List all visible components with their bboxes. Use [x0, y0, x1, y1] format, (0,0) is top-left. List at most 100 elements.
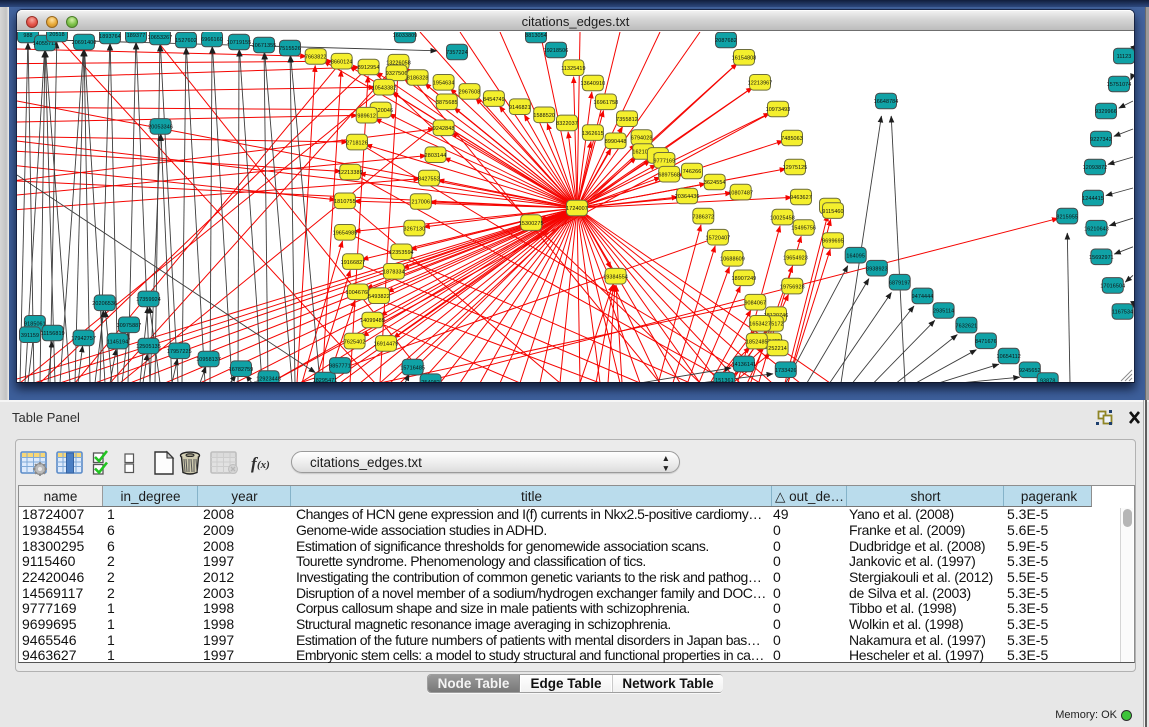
- svg-text:6794028: 6794028: [631, 136, 653, 142]
- svg-text:19654923: 19654923: [783, 256, 808, 262]
- svg-text:16648784: 16648784: [874, 99, 899, 105]
- svg-text:9329966: 9329966: [1095, 109, 1117, 115]
- svg-text:19756928: 19756928: [780, 284, 805, 290]
- svg-text:8427552: 8427552: [418, 176, 440, 182]
- svg-text:988: 988: [23, 33, 32, 39]
- svg-text:15300275: 15300275: [519, 221, 544, 227]
- svg-text:7485063: 7485063: [781, 136, 803, 142]
- svg-text:20691406: 20691406: [72, 40, 97, 46]
- svg-text:8990448: 8990448: [605, 139, 627, 145]
- svg-text:2718126: 2718126: [346, 140, 368, 146]
- svg-text:8813054: 8813054: [525, 33, 547, 39]
- svg-text:16154808: 16154808: [732, 56, 757, 62]
- svg-text:10807487: 10807487: [728, 190, 753, 196]
- svg-text:1244415: 1244415: [1082, 196, 1104, 202]
- svg-text:19654985: 19654985: [333, 231, 358, 237]
- svg-text:7386372: 7386372: [692, 214, 714, 220]
- svg-text:7357224: 7357224: [446, 50, 468, 56]
- svg-text:8322037: 8322037: [556, 121, 578, 127]
- svg-text:12975125: 12975125: [783, 165, 808, 171]
- svg-text:10654112: 10654112: [997, 354, 1021, 360]
- svg-text:1852485: 1852485: [746, 339, 768, 345]
- svg-text:10025458: 10025458: [770, 215, 795, 221]
- svg-text:15720407: 15720407: [706, 235, 731, 241]
- svg-text:16961758: 16961758: [594, 100, 619, 106]
- svg-text:10653267: 10653267: [148, 35, 173, 41]
- svg-text:189377: 189377: [127, 33, 146, 39]
- svg-text:9463627: 9463627: [790, 195, 812, 201]
- svg-text:9242848: 9242848: [433, 126, 455, 132]
- svg-text:11156819: 11156819: [41, 331, 65, 337]
- svg-text:(x): (x): [257, 459, 270, 471]
- svg-text:15751074: 15751074: [1107, 82, 1132, 88]
- svg-text:9146821: 9146821: [509, 105, 531, 111]
- svg-text:1733426: 1733426: [775, 368, 797, 374]
- svg-text:19166827: 19166827: [341, 260, 366, 266]
- svg-text:12353594: 12353594: [389, 250, 414, 256]
- svg-text:17359924: 17359924: [136, 297, 161, 303]
- svg-text:3875685: 3875685: [436, 100, 458, 106]
- svg-text:10958137: 10958137: [196, 357, 221, 363]
- svg-text:2935114: 2935114: [933, 309, 954, 315]
- svg-text:1145194: 1145194: [107, 339, 128, 345]
- svg-text:2967608: 2967608: [459, 90, 481, 96]
- svg-text:6879197: 6879197: [889, 280, 911, 286]
- svg-text:12213967: 12213967: [748, 81, 773, 87]
- svg-text:15495756: 15495756: [791, 226, 816, 232]
- svg-text:7515526: 7515526: [279, 46, 301, 52]
- svg-text:16782759: 16782759: [229, 367, 254, 373]
- svg-text:10671355: 10671355: [252, 43, 277, 49]
- svg-text:6897568: 6897568: [658, 172, 680, 178]
- svg-text:8471676: 8471676: [975, 339, 997, 345]
- svg-text:10719155: 10719155: [227, 40, 252, 46]
- svg-text:8454749: 8454749: [483, 97, 505, 103]
- svg-text:1954634: 1954634: [433, 81, 455, 87]
- svg-text:217006: 217006: [412, 200, 431, 206]
- svg-text:20518: 20518: [49, 32, 65, 38]
- svg-text:17957225: 17957225: [167, 349, 192, 355]
- svg-text:15716485: 15716485: [400, 365, 425, 371]
- svg-text:20053346: 20053346: [148, 125, 173, 131]
- svg-text:12093872: 12093872: [1083, 165, 1108, 171]
- svg-text:1588520: 1588520: [533, 113, 555, 119]
- svg-text:989612: 989612: [357, 113, 376, 119]
- svg-text:18295471: 18295471: [313, 378, 338, 383]
- svg-text:8938923: 8938923: [866, 266, 888, 272]
- svg-text:16210643: 16210643: [1084, 226, 1109, 232]
- svg-text:1653427: 1653427: [749, 322, 771, 328]
- svg-text:151361: 151361: [715, 378, 734, 383]
- svg-text:9327506: 9327506: [386, 71, 408, 77]
- svg-text:252214: 252214: [768, 346, 787, 352]
- svg-text:10543382: 10543382: [372, 85, 397, 91]
- svg-text:1167534: 1167534: [1112, 310, 1133, 316]
- svg-text:7625402: 7625402: [344, 339, 366, 345]
- svg-text:9699695: 9699695: [822, 239, 844, 245]
- svg-text:9777169: 9777169: [654, 159, 676, 165]
- svg-text:9857771: 9857771: [329, 364, 351, 370]
- svg-text:7663822: 7663822: [305, 55, 327, 61]
- svg-text:19384554: 19384554: [603, 274, 628, 280]
- svg-text:9084067: 9084067: [744, 300, 766, 306]
- svg-text:11123: 11123: [1117, 54, 1132, 60]
- svg-text:17942757: 17942757: [71, 336, 96, 342]
- svg-text:1724007: 1724007: [566, 206, 588, 212]
- svg-text:13640910: 13640910: [581, 81, 606, 87]
- svg-text:2087682: 2087682: [715, 38, 737, 44]
- svg-text:18907249: 18907249: [732, 276, 757, 282]
- svg-text:93878: 93878: [1040, 379, 1056, 383]
- svg-text:30975887: 30975887: [117, 323, 142, 329]
- svg-text:14099489: 14099489: [360, 318, 385, 324]
- svg-text:5493822: 5493822: [368, 294, 390, 300]
- svg-text:391159: 391159: [21, 333, 39, 339]
- svg-text:1878334: 1878334: [383, 270, 405, 276]
- svg-text:16914479: 16914479: [374, 342, 399, 348]
- svg-text:1810755: 1810755: [334, 199, 356, 205]
- svg-text:12213389: 12213389: [338, 170, 363, 176]
- svg-text:11325419: 11325419: [561, 66, 585, 72]
- svg-text:6966160: 6966160: [201, 37, 223, 43]
- svg-text:12505135: 12505135: [136, 344, 161, 350]
- svg-text:9227342: 9227342: [1090, 137, 1112, 143]
- svg-text:16033809: 16033809: [393, 33, 418, 39]
- svg-text:1362615: 1362615: [582, 131, 604, 137]
- svg-text:20206536: 20206536: [92, 301, 117, 307]
